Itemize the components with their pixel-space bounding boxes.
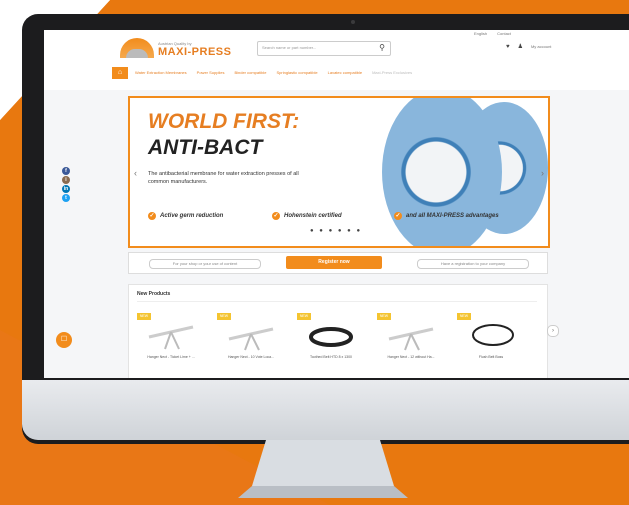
hanger-icon [388,327,434,351]
site-header: Austrian Quality by MAXI-PRESS Search na… [44,30,629,90]
hero-feature-2-label: Hohenstein certified [284,213,342,219]
hero-feature-3-label: and all MAXI-PRESS advantages [406,213,499,219]
logo-name: MAXI-PRESS [158,46,232,58]
nav-item-power-supplies[interactable]: Power Supplies [194,70,228,75]
membrane-roll-front [382,98,502,246]
divider [137,301,537,302]
maxi-press-logo[interactable]: Austrian Quality by MAXI-PRESS [120,35,240,65]
section-title: New Products [137,291,171,297]
nav-item-membranes[interactable]: Water Extraction Membranes [132,70,190,75]
nav-item-exclusives[interactable]: Maxi-Press Exclusives [369,70,415,75]
hanger-icon [148,325,194,350]
heart-icon[interactable]: ♥ [506,44,510,50]
search-icon[interactable]: ⚲ [379,43,385,52]
new-products-section: New Products NEW Hanger Nect - Ticket Li… [128,284,559,378]
hero-banner[interactable]: WORLD FIRST: ANTI-BACT The antibacterial… [128,96,550,248]
hero-description: The antibacterial membrane for water ext… [148,171,299,185]
camera-dot [351,20,355,24]
product-card[interactable]: NEW Hanger Nect - Ticket Lime + ... [137,309,205,369]
products-next-arrow[interactable]: › [547,325,559,337]
product-label: Hanger Nect - 10 Vote Loca... [227,355,275,359]
info-pill-right[interactable]: Have a registration to your company [417,259,529,269]
register-button[interactable]: Register now [286,256,382,269]
toothed-belt-icon [309,327,353,347]
hero-feature-1: ✓ Active germ reduction [148,212,223,220]
linkedin-icon[interactable]: in [62,185,70,193]
search-placeholder: Search name or part number... [262,45,317,50]
search-input[interactable]: Search name or part number... ⚲ [257,41,391,56]
product-card[interactable]: NEW Hanger Nect - 10 Vote Loca... [217,309,285,369]
instagram-icon[interactable]: i [62,176,70,184]
product-label: Toothed Belt HTD 8 x 1300 [309,355,353,359]
account-link[interactable]: My account [531,44,551,49]
hero-feature-3: ✓ and all MAXI-PRESS advantages [394,212,499,220]
hero-title-line2: ANTI-BACT [148,136,263,159]
carousel-dots[interactable]: ● ● ● ● ● ● [310,228,362,234]
monitor-stand [238,440,408,498]
facebook-icon[interactable]: f [62,167,70,175]
product-label: Flush Belt Boss [478,355,504,359]
nav-item-lavatec[interactable]: Lavatec compatible [325,70,365,75]
carousel-next-arrow[interactable]: › [541,168,544,178]
top-links: English Contact [474,31,511,36]
check-icon: ✓ [394,212,402,220]
browser-screen: Austrian Quality by MAXI-PRESS Search na… [44,30,629,378]
header-icons: ♥ ♟ My account [506,43,551,51]
check-icon: ✓ [272,212,280,220]
language-link[interactable]: English [474,31,487,36]
logo-mark [120,38,154,58]
twitter-icon[interactable]: t [62,194,70,202]
home-icon[interactable]: ⌂ [112,66,128,79]
product-label: Hanger Nect - Ticket Lime + ... [147,355,195,359]
hero-title-line1: WORLD FIRST: [148,110,300,133]
user-icon[interactable]: ♟ [518,43,523,50]
hero-feature-2: ✓ Hohenstein certified [272,212,342,220]
chat-icon[interactable]: ☐ [56,332,72,348]
nav-item-springlastic[interactable]: Springlastic compatible [273,70,320,75]
contact-link[interactable]: Contact [497,31,511,36]
monitor-chin [22,380,629,440]
belt-ring-icon [472,324,514,346]
product-card[interactable]: NEW Flush Belt Boss [457,309,525,369]
register-bar: For your shop or your use of content Reg… [128,252,548,274]
main-nav: ⌂ Water Extraction Membranes Power Suppl… [112,66,572,79]
hero-feature-1-label: Active germ reduction [160,213,224,219]
hanger-icon [228,327,274,351]
product-card[interactable]: NEW Toothed Belt HTD 8 x 1300 [297,309,365,369]
product-card[interactable]: NEW Hanger Nect - 12 without Ha... [377,309,445,369]
product-label: Hanger Nect - 12 without Ha... [387,355,435,359]
social-links: f i in t [62,167,70,202]
info-pill-left[interactable]: For your shop or your use of content [149,259,261,269]
check-icon: ✓ [148,212,156,220]
carousel-prev-arrow[interactable]: ‹ [134,168,137,178]
nav-item-binder[interactable]: Binder compatible [231,70,269,75]
